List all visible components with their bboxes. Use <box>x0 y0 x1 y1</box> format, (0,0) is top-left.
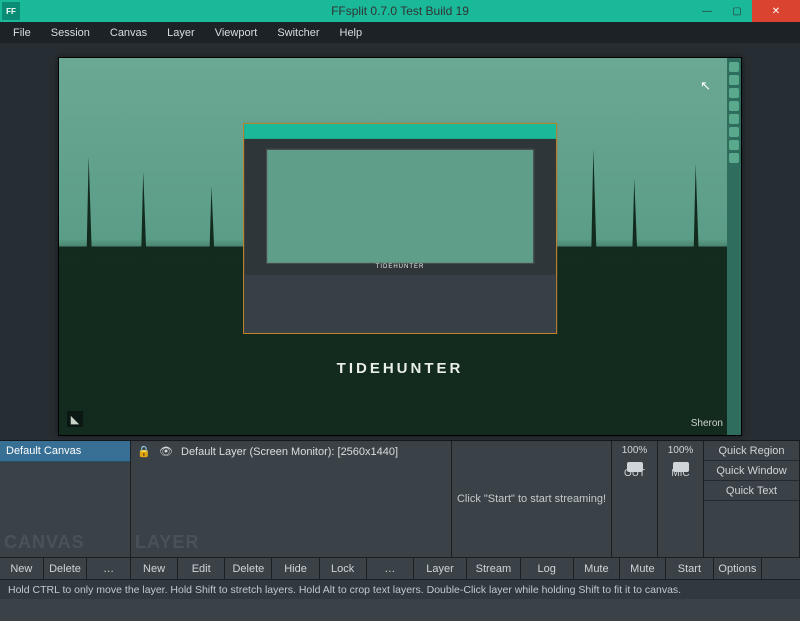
nested-recursive-window: TIDEHUNTER <box>243 123 557 334</box>
layer-ghost-label: LAYER <box>135 532 199 553</box>
grass-blade <box>209 186 215 269</box>
start-button[interactable]: Start <box>666 558 714 579</box>
nested-bottom-panel <box>244 274 556 333</box>
audio-mic-percent: 100% <box>668 445 694 456</box>
canvas-item-default[interactable]: Default Canvas <box>0 441 130 462</box>
button-row: New Delete … New Edit Delete Hide Lock …… <box>0 557 800 579</box>
menubar: File Session Canvas Layer Viewport Switc… <box>0 22 800 43</box>
visibility-icon[interactable]: 👁 <box>159 445 173 458</box>
audio-out-percent: 100% <box>622 445 648 456</box>
canvas-new-button[interactable]: New <box>0 558 44 579</box>
cursor-icon: ↖ <box>700 78 711 94</box>
grass-blade <box>693 164 699 270</box>
menu-viewport[interactable]: Viewport <box>206 25 267 41</box>
canvas-preview[interactable]: TIDEHUNTER TIDEHUNTER ↖ ◣ Sheron <box>58 57 742 436</box>
bottom-spacer <box>0 599 800 621</box>
grass-blade <box>632 179 638 269</box>
audio-out-mute-button[interactable]: Mute <box>574 558 620 579</box>
viewport-area: TIDEHUNTER TIDEHUNTER ↖ ◣ Sheron <box>0 43 800 440</box>
grass-blade <box>86 156 92 269</box>
menu-switcher[interactable]: Switcher <box>268 25 328 41</box>
tab-layer-button[interactable]: Layer <box>414 558 467 579</box>
maximize-button[interactable]: ▢ <box>722 0 752 22</box>
slider-thumb[interactable] <box>627 462 643 472</box>
audio-out-panel: 100% OUT <box>612 441 658 557</box>
bottom-panels: Default Canvas CANVAS 🔒 👁 Default Layer … <box>0 440 800 557</box>
layer-label: Default Layer (Screen Monitor): [2560x14… <box>181 446 398 458</box>
close-button[interactable]: ✕ <box>752 0 800 22</box>
quick-panel: Quick Region Quick Window Quick Text <box>704 441 800 557</box>
window-title: FFsplit 0.7.0 Test Build 19 <box>331 4 469 18</box>
stream-message: Click "Start" to start streaming! <box>452 441 611 557</box>
tab-log-button[interactable]: Log <box>521 558 574 579</box>
tab-stream-button[interactable]: Stream <box>467 558 520 579</box>
wallpaper-credit: Sheron <box>691 418 723 429</box>
audio-mic-panel: 100% MIC <box>658 441 704 557</box>
layer-edit-button[interactable]: Edit <box>178 558 225 579</box>
audio-mic-mute-button[interactable]: Mute <box>620 558 666 579</box>
grass-blade <box>141 171 147 269</box>
layer-item-default[interactable]: 🔒 👁 Default Layer (Screen Monitor): [256… <box>131 441 451 462</box>
quick-text-button[interactable]: Quick Text <box>704 481 799 501</box>
lock-icon[interactable]: 🔒 <box>137 445 151 458</box>
layer-new-button[interactable]: New <box>131 558 178 579</box>
canvas-panel: Default Canvas CANVAS <box>0 441 131 557</box>
app-icon: FF <box>2 2 20 20</box>
menu-canvas[interactable]: Canvas <box>101 25 156 41</box>
quick-window-button[interactable]: Quick Window <box>704 461 799 481</box>
desktop-sidebar-icons <box>727 58 741 435</box>
layer-hide-button[interactable]: Hide <box>272 558 319 579</box>
nested-titlebar <box>244 124 556 139</box>
nested-viewport <box>266 149 534 264</box>
grass-blade <box>591 149 597 270</box>
menu-help[interactable]: Help <box>331 25 372 41</box>
wallpaper-label: TIDEHUNTER <box>337 360 464 377</box>
menu-session[interactable]: Session <box>42 25 99 41</box>
minimize-button[interactable]: — <box>692 0 722 22</box>
slider-thumb[interactable] <box>673 462 689 472</box>
layer-delete-button[interactable]: Delete <box>225 558 272 579</box>
canvas-more-button[interactable]: … <box>87 558 131 579</box>
options-button[interactable]: Options <box>714 558 762 579</box>
stream-panel: Click "Start" to start streaming! <box>452 441 612 557</box>
menu-layer[interactable]: Layer <box>158 25 204 41</box>
quick-region-button[interactable]: Quick Region <box>704 441 799 461</box>
layer-panel: 🔒 👁 Default Layer (Screen Monitor): [256… <box>131 441 452 557</box>
layer-more-button[interactable]: … <box>367 558 414 579</box>
layer-lock-button[interactable]: Lock <box>320 558 367 579</box>
statusbar: Hold CTRL to only move the layer. Hold S… <box>0 579 800 599</box>
canvas-delete-button[interactable]: Delete <box>44 558 88 579</box>
titlebar: FF FFsplit 0.7.0 Test Build 19 — ▢ ✕ <box>0 0 800 22</box>
menu-file[interactable]: File <box>4 25 40 41</box>
canvas-ghost-label: CANVAS <box>4 532 85 553</box>
dota-badge-icon: ◣ <box>67 411 83 427</box>
nested-wallpaper-label: TIDEHUNTER <box>376 264 425 270</box>
